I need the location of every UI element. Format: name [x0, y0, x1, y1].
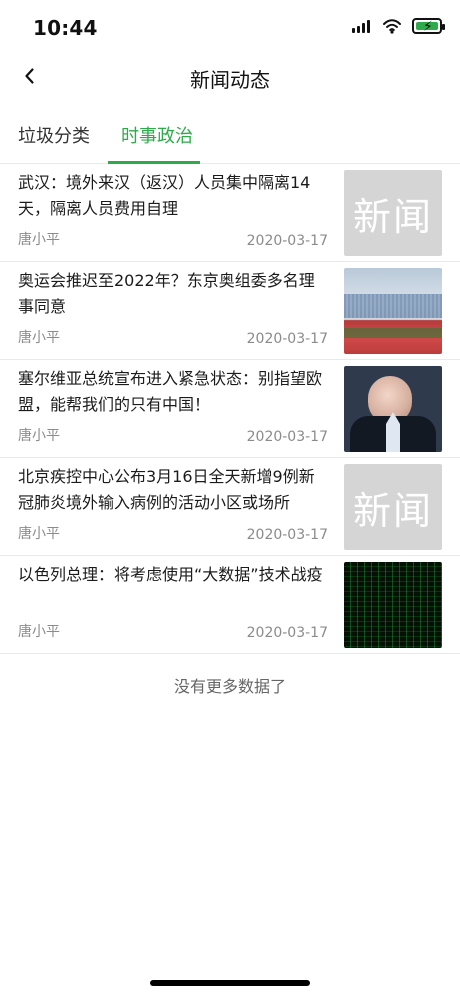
wifi-icon [382, 18, 402, 34]
news-item[interactable]: 北京疾控中心公布3月16日全天新增9例新冠肺炎境外输入病例的活动小区或场所 唐小… [0, 458, 460, 556]
status-time: 10:44 [33, 16, 98, 40]
news-thumbnail-text: 新闻 [352, 194, 433, 239]
tab-garbage-classification[interactable]: 垃圾分类 [18, 122, 90, 148]
news-author: 唐小平 [18, 330, 60, 346]
news-thumbnail-text: 新闻 [352, 488, 433, 533]
news-date: 2020-03-17 [246, 625, 328, 641]
news-date: 2020-03-17 [246, 233, 328, 249]
battery-charging-icon: ⚡ [412, 18, 445, 35]
matrix-image [344, 562, 442, 648]
news-list: 武汉：境外来汉（返汉）人员集中隔离14天，隔离人员费用自理 唐小平 2020-0… [0, 164, 460, 654]
page-title: 新闻动态 [190, 68, 270, 92]
no-more-data-text: 没有更多数据了 [173, 677, 286, 696]
news-item[interactable]: 塞尔维亚总统宣布进入紧急状态：别指望欧盟，能帮我们的只有中国！ 唐小平 2020… [0, 360, 460, 458]
news-date: 2020-03-17 [246, 331, 328, 347]
person-image [344, 366, 442, 452]
news-author: 唐小平 [18, 428, 60, 444]
nav-bar: 新闻动态 [0, 54, 460, 98]
news-thumbnail: 新闻 [344, 170, 442, 256]
news-date: 2020-03-17 [246, 527, 328, 543]
signal-icon [352, 19, 372, 33]
news-author: 唐小平 [18, 526, 60, 542]
news-headline: 以色列总理：将考虑使用“大数据”技术战疫 [18, 565, 323, 584]
news-date: 2020-03-17 [246, 429, 328, 445]
news-item[interactable]: 武汉：境外来汉（返汉）人员集中隔离14天，隔离人员费用自理 唐小平 2020-0… [0, 164, 460, 262]
tabs: 垃圾分类 时事政治 [0, 110, 460, 164]
news-author: 唐小平 [18, 232, 60, 248]
home-indicator [150, 980, 310, 986]
news-thumbnail: 新闻 [344, 464, 442, 550]
news-headline: 北京疾控中心公布3月16日全天新增9例新冠肺炎境外输入病例的活动小区或场所 [18, 467, 315, 512]
tab-current-affairs[interactable]: 时事政治 [121, 122, 193, 148]
news-author: 唐小平 [18, 624, 60, 640]
stadium-image [344, 268, 442, 354]
status-icons: ⚡ [352, 18, 445, 35]
news-item[interactable]: 奥运会推迟至2022年？东京奥组委多名理事同意 唐小平 2020-03-17 [0, 262, 460, 360]
list-footer: 没有更多数据了 [0, 654, 460, 716]
news-headline: 奥运会推迟至2022年？东京奥组委多名理事同意 [18, 271, 315, 316]
news-headline: 塞尔维亚总统宣布进入紧急状态：别指望欧盟，能帮我们的只有中国！ [18, 369, 323, 414]
status-bar: 10:44 ⚡ [0, 0, 460, 54]
news-headline: 武汉：境外来汉（返汉）人员集中隔离14天，隔离人员费用自理 [18, 173, 311, 218]
news-item[interactable]: 以色列总理：将考虑使用“大数据”技术战疫 唐小平 2020-03-17 [0, 556, 460, 654]
